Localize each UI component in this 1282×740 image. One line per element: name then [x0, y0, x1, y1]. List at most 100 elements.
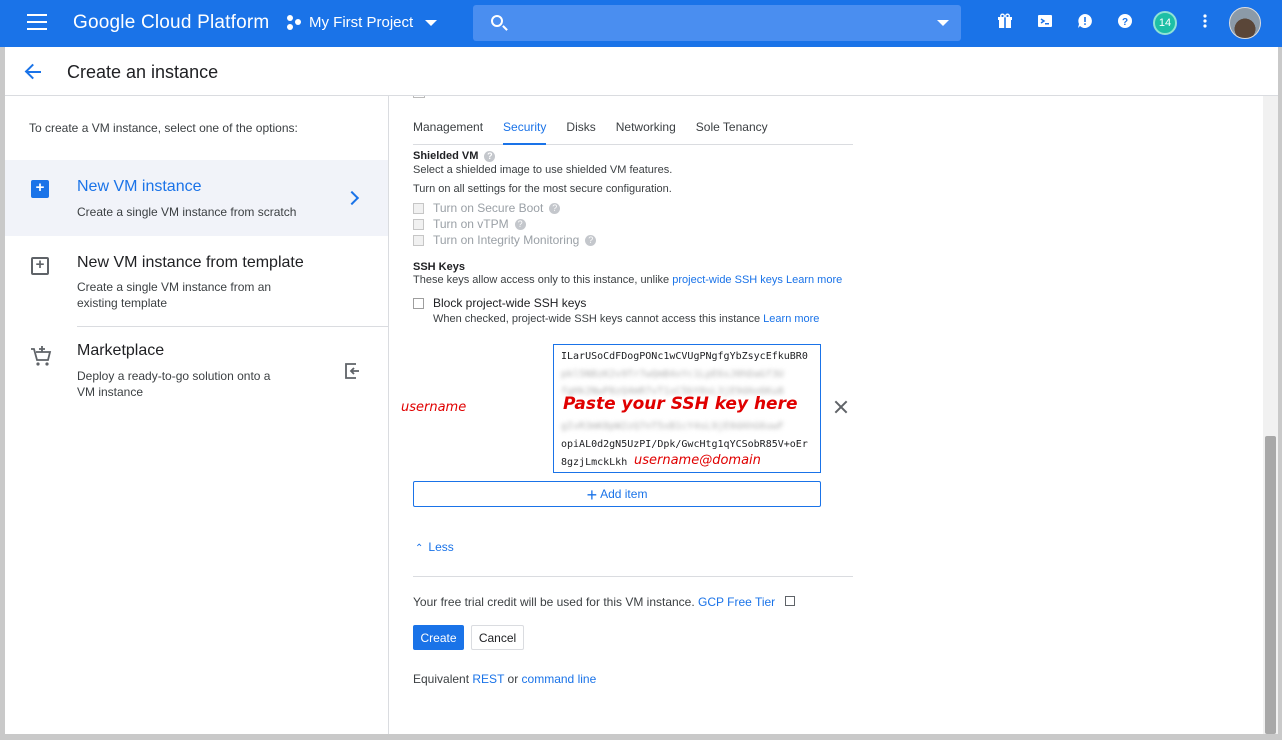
- options-intro: To create a VM instance, select one of t…: [29, 121, 298, 135]
- window-border-right: [1278, 47, 1282, 740]
- chevron-right-icon: [344, 190, 360, 206]
- block-desc-text: When checked, project-wide SSH keys cann…: [433, 313, 761, 325]
- search-input[interactable]: [473, 5, 961, 41]
- block-project-keys-desc: When checked, project-wide SSH keys cann…: [433, 313, 819, 325]
- window-border-left: [0, 47, 5, 740]
- secure-boot-checkbox: [413, 202, 424, 214]
- svg-text:?: ?: [1122, 17, 1128, 28]
- block-project-keys-label: Block project-wide SSH keys: [433, 296, 587, 310]
- close-icon[interactable]: [833, 399, 849, 415]
- vtpm-option: Turn on vTPM?: [413, 217, 526, 231]
- cancel-button[interactable]: Cancel: [471, 625, 524, 650]
- project-name: My First Project: [309, 14, 414, 31]
- shielded-vm-heading: Shielded VM?: [413, 150, 496, 162]
- add-shopping-cart-icon: [29, 344, 53, 368]
- create-button[interactable]: Create: [413, 625, 464, 650]
- search-icon: [491, 15, 503, 27]
- equivalent-links: Equivalent REST or command line: [413, 672, 596, 686]
- command-line-link[interactable]: command line: [522, 672, 597, 686]
- secure-boot-option: Turn on Secure Boot?: [413, 201, 561, 215]
- option-title: New VM instance: [77, 178, 202, 195]
- project-dots-icon: [287, 14, 303, 31]
- avatar[interactable]: [1229, 7, 1261, 39]
- instance-form: Management Security Disks Networking Sol…: [389, 96, 1263, 734]
- menu-icon[interactable]: [27, 14, 47, 32]
- option-desc: Create a single VM instance from scratch: [77, 205, 297, 219]
- shielded-desc-1: Select a shielded image to use shielded …: [413, 164, 673, 176]
- username-domain-annotation: username@domain: [634, 453, 761, 468]
- help-icon[interactable]: ?: [549, 202, 561, 214]
- tab-management[interactable]: Management: [413, 118, 483, 145]
- free-tier-link[interactable]: GCP Free Tier: [698, 595, 775, 609]
- vtpm-checkbox: [413, 218, 424, 230]
- window-border-bottom: [0, 734, 1282, 740]
- add-item-button[interactable]: + Add item: [413, 481, 821, 507]
- rest-link[interactable]: REST: [472, 672, 504, 686]
- trial-text: Your free trial credit will be used for …: [413, 595, 695, 609]
- settings-tabs: Management Security Disks Networking Sol…: [413, 118, 853, 145]
- block-project-keys-checkbox[interactable]: [413, 297, 424, 309]
- open-in-new-icon[interactable]: [784, 596, 795, 606]
- vtpm-label: Turn on vTPM: [433, 217, 509, 231]
- divider: [77, 326, 388, 327]
- tab-sole-tenancy[interactable]: Sole Tenancy: [696, 118, 768, 145]
- scrollbar-thumb[interactable]: [1265, 436, 1276, 734]
- help-icon[interactable]: ?: [484, 150, 496, 162]
- integrity-monitoring-option: Turn on Integrity Monitoring?: [413, 233, 597, 247]
- add-box-outline-icon: [31, 256, 49, 275]
- add-box-icon: [31, 179, 49, 198]
- cloud-shell-icon[interactable]: [1035, 13, 1055, 33]
- more-vert-icon[interactable]: [1195, 13, 1215, 33]
- top-app-bar: Google Cloud Platform My First Project ?…: [0, 0, 1282, 47]
- option-title: New VM instance from template: [77, 254, 304, 271]
- partial-checkbox: [413, 96, 425, 98]
- less-label: Less: [428, 540, 454, 554]
- product-name[interactable]: Google Cloud Platform: [73, 12, 269, 34]
- ssh-key-line-redacted: pkl5N8zK2v9Tr7wQmB4xYc1LpE6sJ0hDaGf3U: [561, 368, 784, 380]
- secure-boot-label: Turn on Secure Boot: [433, 201, 544, 215]
- ssh-key-line-redacted: gIvR3mK8pW2zQ7nT5xB1cY4sL9jE0dAhG6uwF: [561, 421, 784, 433]
- creation-options-panel: To create a VM instance, select one of t…: [5, 96, 389, 734]
- integrity-monitoring-checkbox: [413, 234, 424, 246]
- plus-icon: +: [586, 484, 598, 505]
- search-dropdown-icon[interactable]: [937, 20, 949, 26]
- gift-icon[interactable]: [995, 13, 1015, 33]
- project-ssh-keys-link[interactable]: project-wide SSH keys: [672, 274, 783, 286]
- option-desc: Create a single VM instance from an exis…: [77, 280, 272, 310]
- less-toggle[interactable]: ⌃ Less: [415, 540, 454, 554]
- help-icon[interactable]: ?: [585, 234, 597, 246]
- or-label: or: [507, 672, 519, 686]
- add-item-label: Add item: [600, 487, 648, 501]
- option-new-vm-instance[interactable]: New VM instance Create a single VM insta…: [5, 160, 388, 236]
- tab-disks[interactable]: Disks: [566, 118, 595, 145]
- chevron-up-icon: ⌃: [415, 543, 424, 554]
- tab-networking[interactable]: Networking: [616, 118, 676, 145]
- equivalent-label: Equivalent: [413, 672, 470, 686]
- notifications-badge[interactable]: 14: [1153, 11, 1177, 35]
- page-title: Create an instance: [67, 62, 219, 82]
- ssh-key-line: ILarUSoCdFDogPONc1wCVUgPNgfgYbZsycEfkuBR…: [561, 351, 808, 362]
- learn-more-link[interactable]: Learn more: [763, 313, 819, 325]
- shielded-vm-title: Shielded VM: [413, 150, 479, 162]
- option-desc: Deploy a ready-to-go solution onto a VM …: [77, 369, 271, 399]
- integrity-monitoring-label: Turn on Integrity Monitoring: [433, 233, 580, 247]
- option-new-vm-from-template[interactable]: New VM instance from template Create a s…: [5, 236, 388, 326]
- block-project-keys-option[interactable]: Block project-wide SSH keys: [413, 296, 586, 310]
- help-icon[interactable]: ?: [1115, 13, 1135, 33]
- help-icon[interactable]: ?: [514, 218, 526, 230]
- project-selector[interactable]: My First Project: [287, 14, 438, 31]
- username-annotation: username: [401, 400, 467, 415]
- divider: [413, 576, 853, 577]
- chevron-down-icon: [425, 19, 438, 26]
- option-marketplace[interactable]: Marketplace Deploy a ready-to-go solutio…: [5, 328, 388, 418]
- exit-to-app-icon[interactable]: [343, 362, 361, 380]
- shielded-desc-2: Turn on all settings for the most secure…: [413, 183, 672, 195]
- learn-more-link[interactable]: Learn more: [786, 274, 842, 286]
- trial-notice: Your free trial credit will be used for …: [413, 595, 795, 609]
- option-title: Marketplace: [77, 342, 165, 359]
- paste-key-annotation: Paste your SSH key here: [563, 394, 798, 414]
- tab-security[interactable]: Security: [503, 118, 547, 145]
- ssh-desc-text: These keys allow access only to this ins…: [413, 274, 670, 286]
- back-arrow-icon[interactable]: [24, 63, 42, 81]
- feedback-icon[interactable]: [1075, 13, 1095, 33]
